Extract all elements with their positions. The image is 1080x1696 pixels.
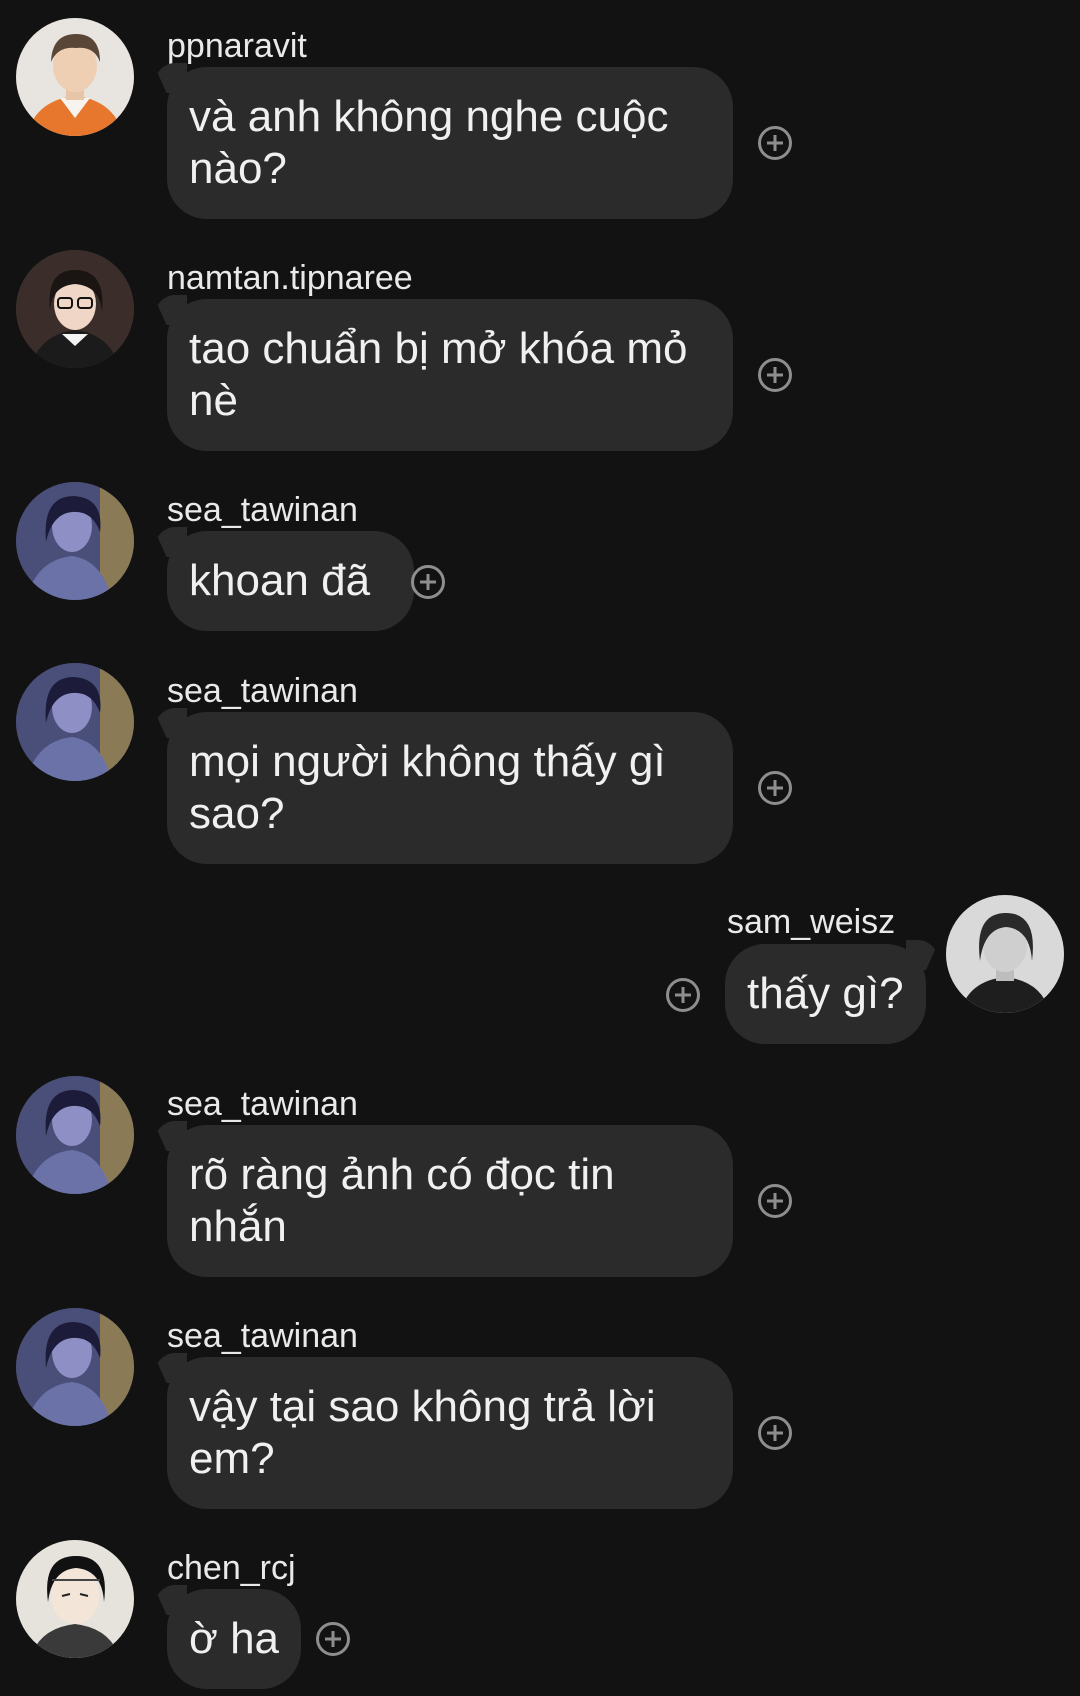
message-bubble[interactable]: tao chuẩn bị mở khóa mỏ nè [167, 299, 733, 451]
add-reaction-icon[interactable] [666, 978, 700, 1012]
username[interactable]: ppnaravit [167, 26, 307, 66]
avatar-chen[interactable] [16, 1540, 134, 1658]
username[interactable]: sea_tawinan [167, 490, 358, 530]
message-bubble[interactable]: rõ ràng ảnh có đọc tin nhắn [167, 1125, 733, 1277]
add-reaction-icon[interactable] [411, 565, 445, 599]
avatar-sam[interactable] [946, 895, 1064, 1013]
username[interactable]: sea_tawinan [167, 671, 358, 711]
username[interactable]: sea_tawinan [167, 1316, 358, 1356]
avatar-sea[interactable] [16, 663, 134, 781]
add-reaction-icon[interactable] [758, 1416, 792, 1450]
avatar-sea[interactable] [16, 1308, 134, 1426]
message-bubble[interactable]: thấy gì? [725, 944, 926, 1044]
username[interactable]: chen_rcj [167, 1548, 296, 1588]
username[interactable]: sam_weisz [727, 902, 895, 942]
avatar-sea[interactable] [16, 1076, 134, 1194]
add-reaction-icon[interactable] [758, 126, 792, 160]
add-reaction-icon[interactable] [758, 1184, 792, 1218]
add-reaction-icon[interactable] [758, 771, 792, 805]
message-bubble[interactable]: và anh không nghe cuộc nào? [167, 67, 733, 219]
add-reaction-icon[interactable] [316, 1622, 350, 1656]
message-bubble[interactable]: ờ ha [167, 1589, 302, 1689]
message-bubble[interactable]: mọi người không thấy gì sao? [167, 712, 733, 864]
avatar-sea[interactable] [16, 482, 134, 600]
username[interactable]: sea_tawinan [167, 1084, 358, 1124]
username[interactable]: namtan.tipnaree [167, 258, 413, 298]
message-bubble[interactable]: vậy tại sao không trả lời em? [167, 1357, 733, 1509]
message-bubble[interactable]: khoan đã [167, 531, 415, 631]
add-reaction-icon[interactable] [758, 358, 792, 392]
avatar-namtan[interactable] [16, 250, 134, 368]
chat-thread: ppnaravit và anh không nghe cuộc nào? na… [0, 0, 1080, 1696]
avatar-ppnaravit[interactable] [16, 18, 134, 136]
